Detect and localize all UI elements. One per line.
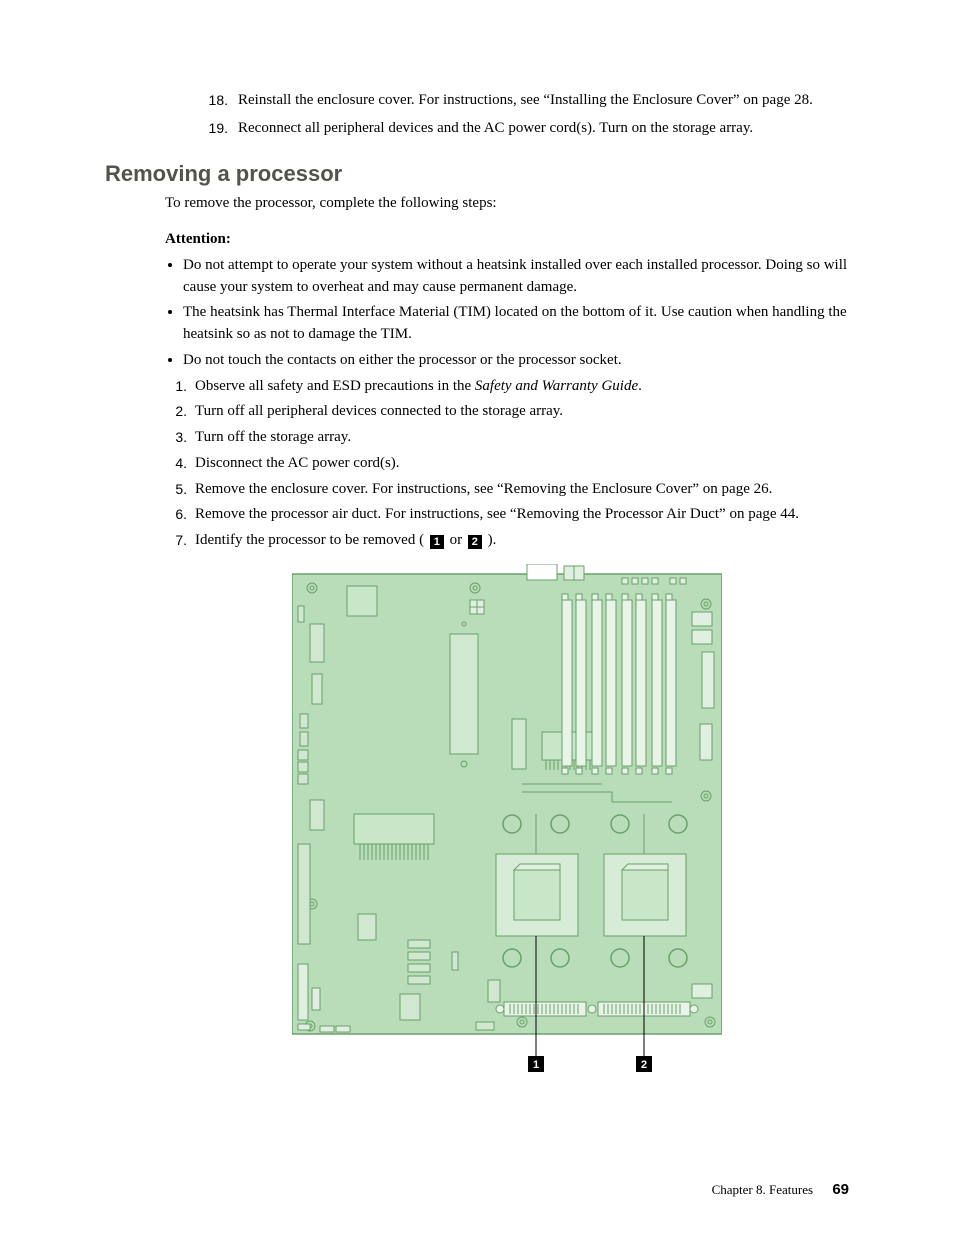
step-number: 2. [165, 401, 195, 423]
step-item: 6. Remove the processor air duct. For in… [165, 504, 849, 526]
continued-list: 18. Reinstall the enclosure cover. For i… [105, 90, 849, 140]
item-number: 19. [200, 118, 238, 140]
step-item: 7. Identify the processor to be removed … [165, 530, 849, 552]
attention-label: Attention: [165, 229, 849, 251]
callout-icon: 1 [430, 535, 444, 549]
step-number: 4. [165, 453, 195, 475]
figure-callout-2: 2 [641, 1059, 647, 1071]
page-footer: Chapter 8. Features 69 [712, 1179, 849, 1201]
motherboard-figure: 1 2 [292, 564, 722, 1074]
step-text: Remove the enclosure cover. For instruct… [195, 479, 849, 501]
step-text: Turn off all peripheral devices connecte… [195, 401, 849, 423]
attention-list: Do not attempt to operate your system wi… [165, 255, 849, 372]
step-item: 5. Remove the enclosure cover. For instr… [165, 479, 849, 501]
step-text: Turn off the storage array. [195, 427, 849, 449]
steps-list: 1. Observe all safety and ESD precaution… [165, 376, 849, 552]
intro-text: To remove the processor, complete the fo… [165, 193, 849, 215]
attention-item: Do not attempt to operate your system wi… [183, 255, 849, 299]
item-text: Reinstall the enclosure cover. For instr… [238, 90, 849, 112]
motherboard-svg: 1 2 [292, 564, 722, 1074]
step-item: 2. Turn off all peripheral devices conne… [165, 401, 849, 423]
figure-callout-1: 1 [533, 1059, 539, 1071]
step-item: 3. Turn off the storage array. [165, 427, 849, 449]
attention-item: The heatsink has Thermal Interface Mater… [183, 302, 849, 346]
step-number: 6. [165, 504, 195, 526]
attention-item: Do not touch the contacts on either the … [183, 350, 849, 372]
step-text: Disconnect the AC power cord(s). [195, 453, 849, 475]
callout-icon: 2 [468, 535, 482, 549]
list-item: 18. Reinstall the enclosure cover. For i… [200, 90, 849, 112]
step-text: Remove the processor air duct. For instr… [195, 504, 849, 526]
section-heading: Removing a processor [105, 158, 849, 190]
step-item: 4. Disconnect the AC power cord(s). [165, 453, 849, 475]
item-number: 18. [200, 90, 238, 112]
step-number: 5. [165, 479, 195, 501]
step-text: Observe all safety and ESD precautions i… [195, 376, 849, 398]
step-number: 3. [165, 427, 195, 449]
step-number: 1. [165, 376, 195, 398]
footer-chapter: Chapter 8. Features [712, 1182, 813, 1197]
step-item: 1. Observe all safety and ESD precaution… [165, 376, 849, 398]
item-text: Reconnect all peripheral devices and the… [238, 118, 849, 140]
step-text: Identify the processor to be removed ( 1… [195, 530, 849, 552]
list-item: 19. Reconnect all peripheral devices and… [200, 118, 849, 140]
step-number: 7. [165, 530, 195, 552]
footer-page-number: 69 [832, 1181, 849, 1198]
